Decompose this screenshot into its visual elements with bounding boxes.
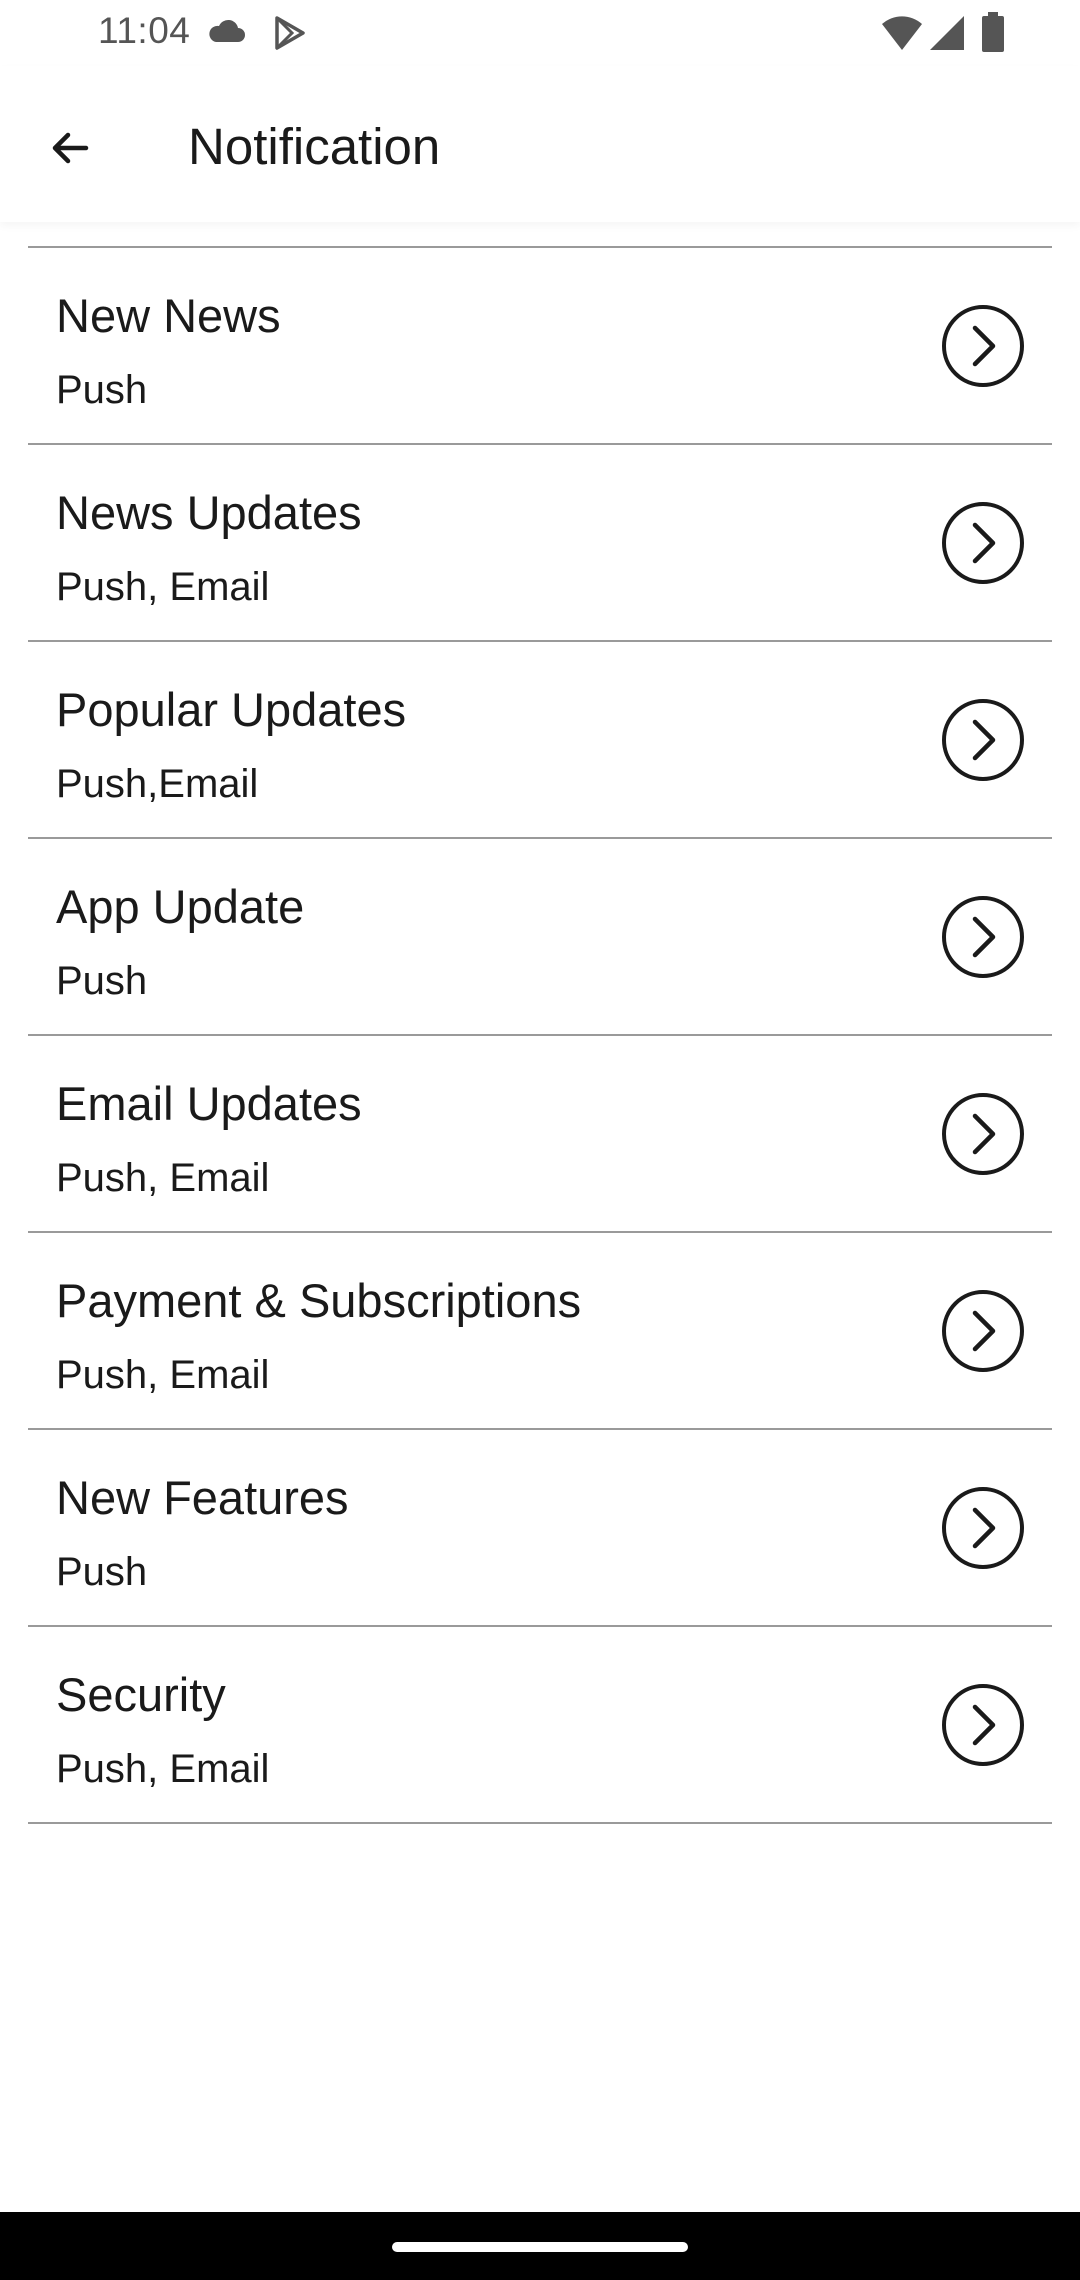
list-item-new-news[interactable]: New News Push xyxy=(28,248,1052,445)
chevron-right-circle-icon[interactable] xyxy=(940,894,1026,980)
arrow-left-icon xyxy=(52,132,89,164)
item-title: New Features xyxy=(56,1471,349,1524)
system-nav-bar xyxy=(0,2212,1080,2280)
notification-list: New News Push News Updates Push, Email P… xyxy=(28,246,1052,1824)
list-item-security[interactable]: Security Push, Email xyxy=(28,1627,1052,1824)
battery-icon xyxy=(982,12,1004,52)
item-channels: Push, Email xyxy=(56,1353,270,1397)
item-title: Email Updates xyxy=(56,1077,362,1130)
chevron-right-circle-icon[interactable] xyxy=(940,1682,1026,1768)
item-channels: Push xyxy=(56,959,148,1003)
item-title: News Updates xyxy=(56,486,362,539)
item-channels: Push, Email xyxy=(56,1156,270,1200)
chevron-right-circle-icon[interactable] xyxy=(940,697,1026,783)
list-item-popular-updates[interactable]: Popular Updates Push,Email xyxy=(28,642,1052,839)
back-button[interactable] xyxy=(30,108,110,188)
play-store-icon xyxy=(275,16,305,50)
list-item-news-updates[interactable]: News Updates Push, Email xyxy=(28,445,1052,642)
app-bar: Notification xyxy=(0,66,1080,222)
item-title: New News xyxy=(56,289,281,342)
chevron-right-circle-icon[interactable] xyxy=(940,1288,1026,1374)
wifi-icon xyxy=(882,16,922,50)
cloud-icon xyxy=(209,19,245,42)
item-title: Payment & Subscriptions xyxy=(56,1274,582,1327)
chevron-right-circle-icon[interactable] xyxy=(940,303,1026,389)
item-title: Security xyxy=(56,1668,226,1721)
item-channels: Push,Email xyxy=(56,762,259,806)
item-title: App Update xyxy=(56,880,305,933)
item-channels: Push xyxy=(56,1550,148,1594)
chevron-right-circle-icon[interactable] xyxy=(940,500,1026,586)
item-channels: Push, Email xyxy=(56,1747,270,1791)
item-channels: Push xyxy=(56,368,148,412)
list-item-email-updates[interactable]: Email Updates Push, Email xyxy=(28,1036,1052,1233)
list-item-app-update[interactable]: App Update Push xyxy=(28,839,1052,1036)
chevron-right-circle-icon[interactable] xyxy=(940,1091,1026,1177)
item-title: Popular Updates xyxy=(56,683,407,736)
signal-icon xyxy=(930,16,964,50)
page-title: Notification xyxy=(188,118,441,175)
list-item-payment-subscriptions[interactable]: Payment & Subscriptions Push, Email xyxy=(28,1233,1052,1430)
home-indicator[interactable] xyxy=(392,2242,688,2252)
status-bar: 11:04 xyxy=(0,0,1080,66)
chevron-right-circle-icon[interactable] xyxy=(940,1485,1026,1571)
item-channels: Push, Email xyxy=(56,565,270,609)
status-time: 11:04 xyxy=(98,10,191,51)
list-item-new-features[interactable]: New Features Push xyxy=(28,1430,1052,1627)
